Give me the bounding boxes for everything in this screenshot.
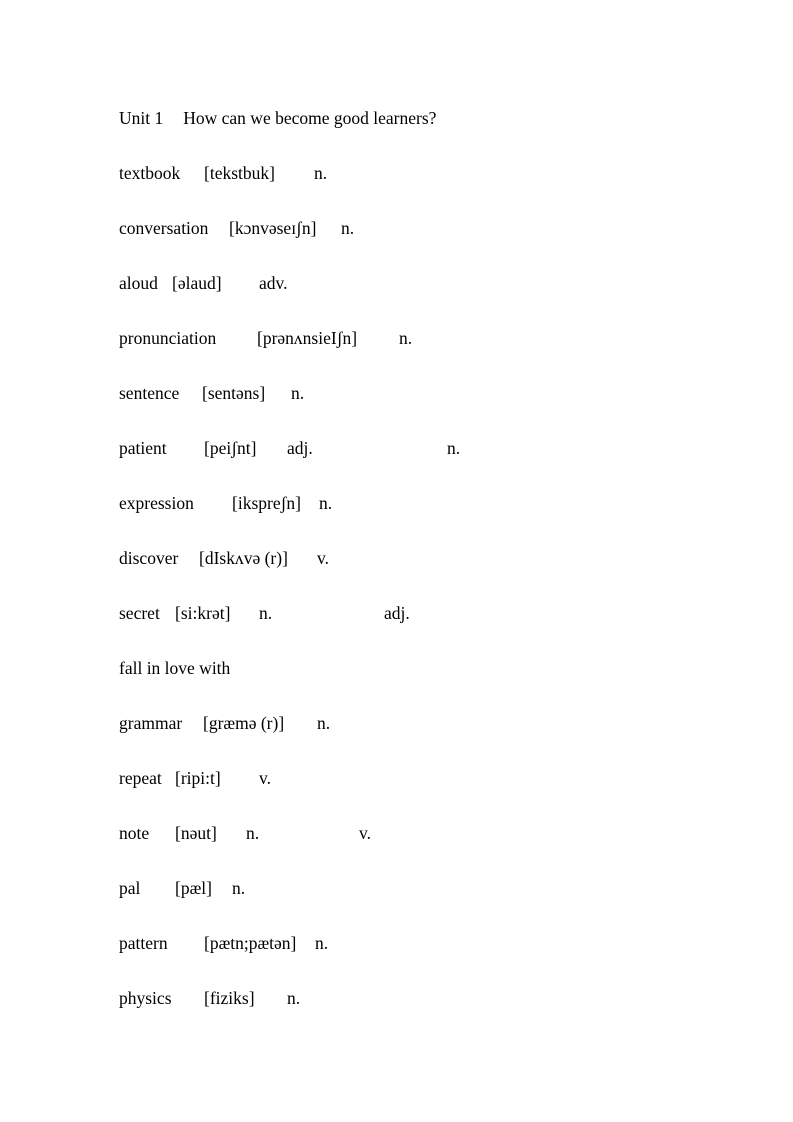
entry-part-of-speech: n. <box>319 493 333 513</box>
entry-part-of-speech-secondary: n. <box>447 438 461 458</box>
vocabulary-entry: pronunciation [prənʌnsieIʃn] n. <box>119 324 719 379</box>
document-title: Unit 1 How can we become good learners? <box>119 104 719 159</box>
entry-part-of-speech-secondary: v. <box>359 823 371 843</box>
entry-part-of-speech: n. <box>232 878 246 898</box>
entry-word: conversation <box>119 218 209 238</box>
vocabulary-entry: expression [ikspreʃn] n. <box>119 489 719 544</box>
vocabulary-entry: conversation [kɔnvəseɪʃn] n. <box>119 214 719 269</box>
entry-word: note <box>119 823 150 843</box>
entry-phonetic: [kɔnvəseɪʃn] <box>229 218 317 238</box>
entry-part-of-speech: v. <box>259 768 271 788</box>
entry-word: repeat <box>119 768 162 788</box>
vocabulary-entry: patient [peiʃnt] adj. n. <box>119 434 719 489</box>
entry-word: discover <box>119 548 179 568</box>
vocabulary-entry: discover [dIskʌvə (r)] v. <box>119 544 719 599</box>
unit-label: Unit 1 <box>119 108 164 128</box>
vocabulary-entry: pal [pæl] n. <box>119 874 719 929</box>
entry-part-of-speech: n. <box>291 383 305 403</box>
entry-word: fall in love with <box>119 658 231 678</box>
entry-word: secret <box>119 603 160 623</box>
vocabulary-entry-list: textbook [tekstbuk] n. conversation [kɔnvəse… <box>119 159 719 1039</box>
entry-word: aloud <box>119 273 158 293</box>
entry-phonetic: [əlaud] <box>172 273 222 293</box>
vocabulary-entry: grammar [græmə (r)] n. <box>119 709 719 764</box>
document-body: Unit 1 How can we become good learners? t… <box>119 104 719 1039</box>
entry-word: expression <box>119 493 194 513</box>
entry-part-of-speech: n. <box>246 823 260 843</box>
entry-phonetic: [ikspreʃn] <box>232 493 302 513</box>
entry-part-of-speech: n. <box>341 218 355 238</box>
vocabulary-entry: fall in love with <box>119 654 719 709</box>
entry-part-of-speech: adv. <box>259 273 288 293</box>
entry-word: pronunciation <box>119 328 217 348</box>
entry-phonetic: [peiʃnt] <box>204 438 257 458</box>
entry-part-of-speech: n. <box>314 163 328 183</box>
entry-word: pattern <box>119 933 168 953</box>
entry-word: grammar <box>119 713 183 733</box>
vocabulary-entry: pattern [pætn;pætən] n. <box>119 929 719 984</box>
document-page: Unit 1 How can we become good learners? t… <box>0 0 793 1122</box>
entry-word: textbook <box>119 163 181 183</box>
entry-phonetic: [græmə (r)] <box>203 713 285 733</box>
entry-phonetic: [pætn;pætən] <box>204 933 297 953</box>
vocabulary-entry: physics [fiziks] n. <box>119 984 719 1039</box>
vocabulary-entry: note [nəut] n. v. <box>119 819 719 874</box>
entry-part-of-speech: n. <box>399 328 413 348</box>
entry-phonetic: [ripi:t] <box>175 768 221 788</box>
entry-word: physics <box>119 988 172 1008</box>
entry-part-of-speech-secondary: adj. <box>384 603 410 623</box>
vocabulary-entry: secret [si:krət] n. adj. <box>119 599 719 654</box>
entry-phonetic: [tekstbuk] <box>204 163 275 183</box>
entry-phonetic: [prənʌnsieIʃn] <box>257 328 358 348</box>
entry-phonetic: [fiziks] <box>204 988 255 1008</box>
entry-word: pal <box>119 878 141 898</box>
entry-part-of-speech: v. <box>317 548 329 568</box>
entry-part-of-speech: n. <box>287 988 301 1008</box>
entry-word: patient <box>119 438 167 458</box>
entry-part-of-speech: adj. <box>287 438 313 458</box>
entry-word: sentence <box>119 383 180 403</box>
entry-phonetic: [pæl] <box>175 878 212 898</box>
entry-phonetic: [nəut] <box>175 823 217 843</box>
vocabulary-entry: sentence [sentəns] n. <box>119 379 719 434</box>
entry-part-of-speech: n. <box>259 603 273 623</box>
entry-phonetic: [dIskʌvə (r)] <box>199 548 288 568</box>
unit-title-text: How can we become good learners? <box>183 108 437 128</box>
vocabulary-entry: aloud [əlaud] adv. <box>119 269 719 324</box>
vocabulary-entry: textbook [tekstbuk] n. <box>119 159 719 214</box>
vocabulary-entry: repeat [ripi:t] v. <box>119 764 719 819</box>
entry-phonetic: [sentəns] <box>202 383 266 403</box>
entry-part-of-speech: n. <box>315 933 329 953</box>
entry-phonetic: [si:krət] <box>175 603 231 623</box>
entry-part-of-speech: n. <box>317 713 331 733</box>
